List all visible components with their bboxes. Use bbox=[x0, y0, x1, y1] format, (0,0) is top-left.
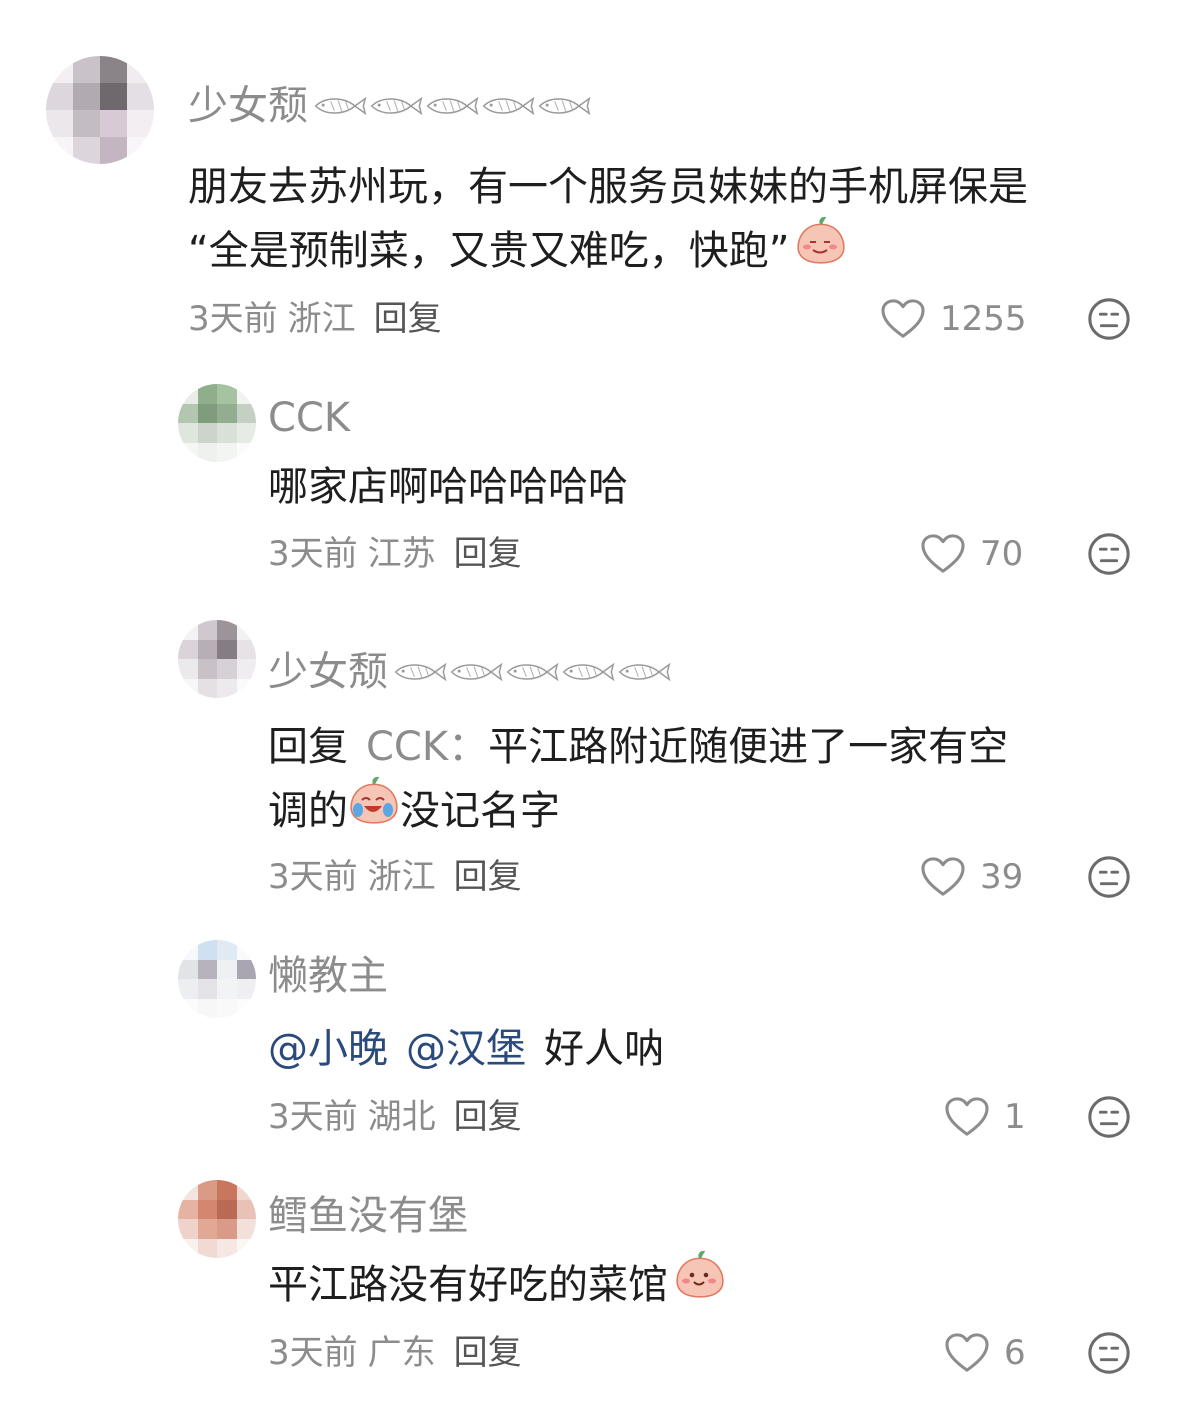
username-text[interactable]: 少女颓 bbox=[268, 652, 388, 692]
avatar[interactable] bbox=[178, 384, 256, 462]
username[interactable]: 少女颓 bbox=[188, 86, 592, 126]
reply-button[interactable]: 回复 bbox=[454, 1097, 522, 1137]
comment-time: 3天前 bbox=[268, 1333, 358, 1373]
username[interactable]: 鳕鱼没有堡 bbox=[268, 1196, 468, 1236]
reply-button[interactable]: 回复 bbox=[454, 857, 522, 897]
comment-location: 湖北 bbox=[367, 1097, 436, 1137]
neutral-face-icon[interactable] bbox=[1086, 531, 1132, 581]
avatar[interactable] bbox=[178, 620, 256, 698]
blushing-peach-emoji bbox=[795, 214, 847, 284]
heart-outline-icon bbox=[920, 856, 966, 898]
like-count: 6 bbox=[1004, 1333, 1026, 1373]
like-button[interactable]: 70 bbox=[920, 533, 1023, 575]
comment-location: 江苏 bbox=[367, 534, 436, 574]
mention-link[interactable]: @汉堡 bbox=[406, 1026, 526, 1072]
comment-text-body: 没记名字 bbox=[400, 788, 560, 834]
username-text[interactable]: 少女颓 bbox=[188, 86, 308, 126]
comment-meta: 3天前 广东 回复 bbox=[268, 1336, 522, 1370]
comment-location: 浙江 bbox=[367, 857, 436, 897]
like-count: 1 bbox=[1004, 1097, 1026, 1137]
comment-text: 回复 CCK：平江路附近随便进了一家有空 调的 没记名字 bbox=[268, 716, 1008, 848]
comment-time: 3天前 bbox=[268, 534, 358, 574]
neutral-face-icon[interactable] bbox=[1086, 1330, 1132, 1380]
heart-outline-icon bbox=[920, 533, 966, 575]
comment-time: 3天前 bbox=[268, 1097, 358, 1137]
like-button[interactable]: 1 bbox=[944, 1096, 1026, 1138]
comment-text-line: 哪家店啊哈哈哈哈哈 bbox=[268, 464, 628, 510]
comment-text-body: 平江路没有好吃的菜馆 bbox=[268, 1262, 668, 1308]
avatar[interactable] bbox=[178, 1180, 256, 1258]
neutral-face-icon[interactable] bbox=[1086, 296, 1132, 346]
comment-text-quote: “全是预制菜，又贵又难吃，快跑” bbox=[188, 228, 790, 274]
mention-link[interactable]: @小晚 bbox=[268, 1026, 388, 1072]
avatar[interactable] bbox=[46, 56, 154, 164]
comment-time: 3天前 bbox=[268, 857, 358, 897]
comment-text-line: 朋友去苏州玩，有一个服务员妹妹的手机屏保是 bbox=[188, 164, 1028, 210]
comment-text: 平江路没有好吃的菜馆 bbox=[268, 1252, 726, 1322]
username[interactable]: CCK bbox=[268, 398, 350, 438]
comment-text-body: 调的 bbox=[268, 788, 348, 834]
smiling-peach-emoji bbox=[674, 1248, 726, 1318]
avatar[interactable] bbox=[178, 940, 256, 1018]
comment-text-body: 平江路附近随便进了一家有空 bbox=[488, 724, 1009, 770]
crying-laugh-peach-emoji bbox=[348, 774, 400, 844]
like-count: 1255 bbox=[940, 299, 1027, 339]
comment-text-line: @小晚 @汉堡 好人呐 bbox=[268, 1018, 664, 1080]
username-text[interactable]: CCK bbox=[268, 398, 350, 438]
comment-text-line: 回复 CCK：平江路附近随便进了一家有空 bbox=[268, 716, 1008, 778]
comment-text: @小晚 @汉堡 好人呐 bbox=[268, 1018, 664, 1080]
comment-text-body: 好人呐 bbox=[544, 1026, 664, 1072]
username[interactable]: 懒教主 bbox=[268, 956, 388, 996]
username[interactable]: 少女颓 bbox=[268, 652, 672, 692]
comment-location: 浙江 bbox=[287, 299, 356, 339]
like-count: 39 bbox=[980, 857, 1024, 897]
reply-target[interactable]: CCK： bbox=[366, 724, 488, 770]
comment-meta: 3天前 浙江 回复 bbox=[268, 860, 522, 894]
reply-button[interactable]: 回复 bbox=[454, 534, 522, 574]
username-text[interactable]: 鳕鱼没有堡 bbox=[268, 1196, 468, 1236]
comment-time: 3天前 bbox=[188, 299, 278, 339]
like-button[interactable]: 39 bbox=[920, 856, 1023, 898]
heart-outline-icon bbox=[944, 1332, 990, 1374]
comment-meta: 3天前 江苏 回复 bbox=[268, 537, 522, 571]
heart-outline-icon bbox=[944, 1096, 990, 1138]
neutral-face-icon[interactable] bbox=[1086, 1094, 1132, 1144]
fish-decoration-icon bbox=[312, 94, 592, 118]
heart-outline-icon bbox=[880, 298, 926, 340]
like-button[interactable]: 1255 bbox=[880, 298, 1027, 340]
like-count: 70 bbox=[980, 534, 1024, 574]
fish-decoration-icon bbox=[392, 660, 672, 684]
reply-button[interactable]: 回复 bbox=[454, 1333, 522, 1373]
like-button[interactable]: 6 bbox=[944, 1332, 1026, 1374]
comment-text-line: “全是预制菜，又贵又难吃，快跑” bbox=[188, 218, 1028, 288]
comment-text: 朋友去苏州玩，有一个服务员妹妹的手机屏保是 “全是预制菜，又贵又难吃，快跑” bbox=[188, 156, 1028, 288]
comment-meta: 3天前 湖北 回复 bbox=[268, 1100, 522, 1134]
reply-button[interactable]: 回复 bbox=[374, 299, 442, 339]
comment-text-line: 平江路没有好吃的菜馆 bbox=[268, 1252, 726, 1322]
reply-prefix: 回复 bbox=[268, 724, 348, 770]
username-text[interactable]: 懒教主 bbox=[268, 956, 388, 996]
comment-location: 广东 bbox=[367, 1333, 436, 1373]
comment-meta: 3天前 浙江 回复 bbox=[188, 302, 442, 336]
comment-text: 哪家店啊哈哈哈哈哈 bbox=[268, 456, 628, 518]
neutral-face-icon[interactable] bbox=[1086, 854, 1132, 904]
comment-text-line: 调的 没记名字 bbox=[268, 778, 1008, 848]
